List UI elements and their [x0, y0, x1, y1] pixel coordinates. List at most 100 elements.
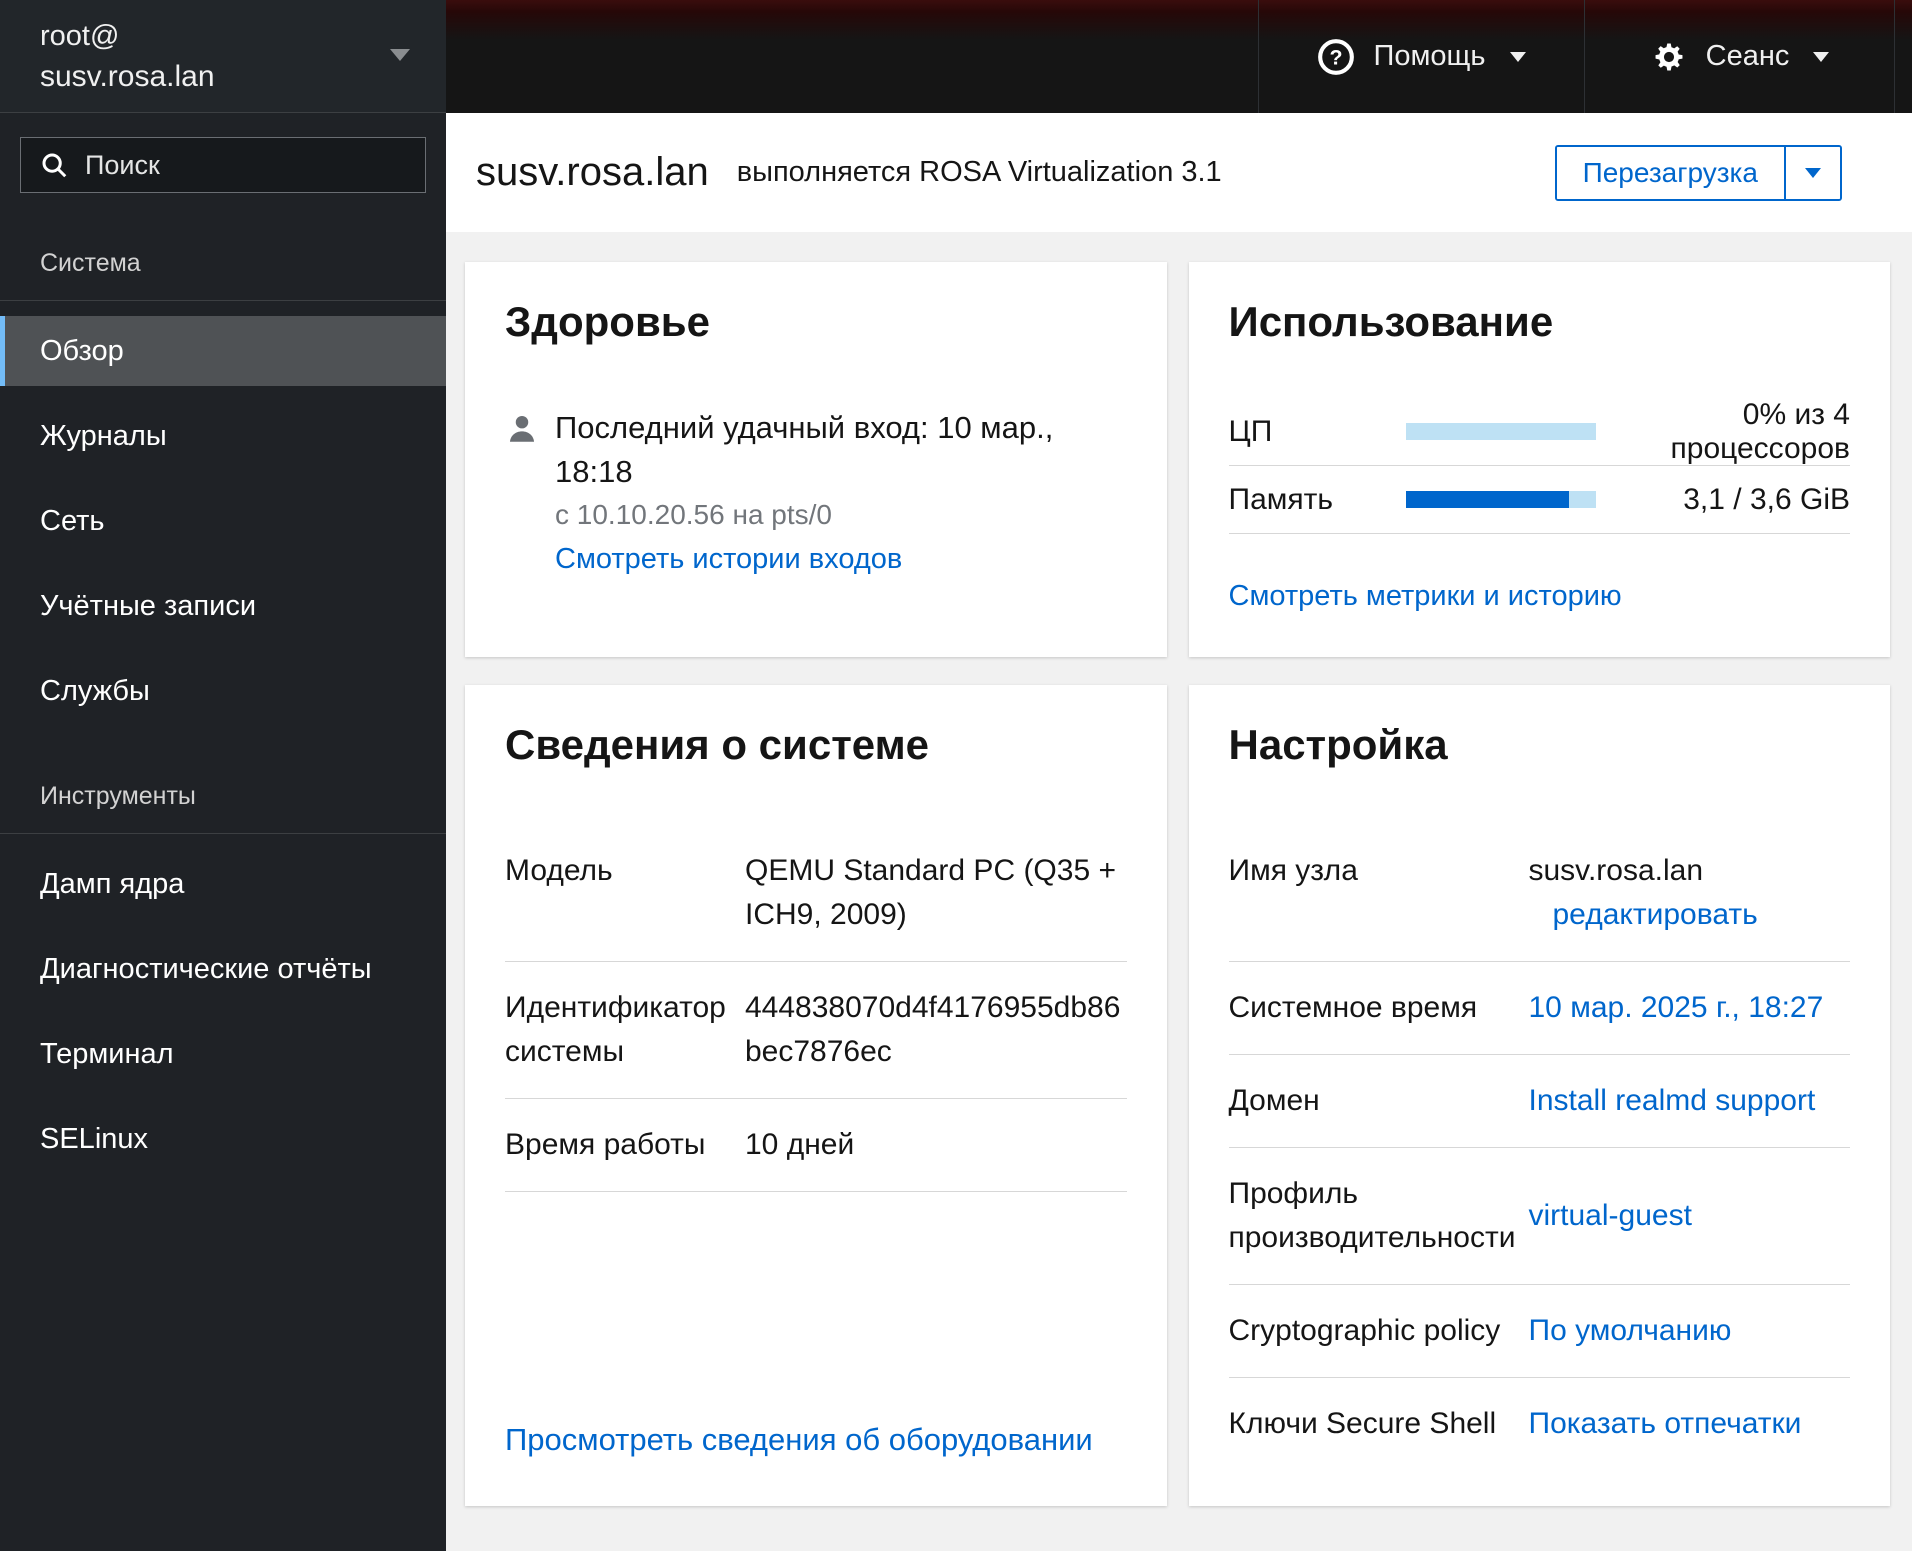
sidebar-item-label: Обзор: [40, 334, 124, 367]
page-header: susv.rosa.lan выполняется ROSA Virtualiz…: [446, 113, 1912, 232]
overview-content: Здоровье Последний удачный вход: 10 мар.…: [446, 232, 1912, 1551]
cpu-value: 0% из 4 процессоров: [1670, 397, 1850, 465]
user-icon: [505, 406, 545, 582]
cpu-progress-bar: [1405, 423, 1596, 440]
machine-id-value: 444838070d4f4176955db86bec7876ec: [745, 991, 1121, 1068]
sidebar-item-selinux[interactable]: SELinux: [0, 1104, 446, 1174]
sidebar-item-label: Службы: [40, 674, 150, 707]
nav-section-title: Инструменты: [40, 782, 196, 810]
question-circle-icon: ?: [1318, 38, 1355, 75]
sidebar-item-label: SELinux: [40, 1122, 149, 1155]
sidebar-item-diagnostic-reports[interactable]: Диагностические отчёты: [0, 934, 446, 1004]
login-history-link[interactable]: Смотреть истории входов: [555, 543, 902, 575]
performance-profile-link[interactable]: virtual-guest: [1529, 1199, 1692, 1232]
metrics-history-link[interactable]: Смотреть метрики и историю: [1229, 580, 1622, 613]
reboot-split-button: Перезагрузка: [1554, 144, 1842, 201]
sidebar-item-label: Сеть: [40, 504, 105, 537]
health-card: Здоровье Последний удачный вход: 10 мар.…: [465, 262, 1167, 657]
search-input[interactable]: [85, 149, 407, 181]
hostname-value: susv.rosa.lan редактировать: [1529, 849, 1851, 937]
sidebar-search[interactable]: [20, 137, 426, 193]
sidebar-item-label: Терминал: [40, 1037, 174, 1070]
domain-row: Домен Install realmd support: [1228, 1055, 1850, 1148]
hostname-row: Имя узла susv.rosa.lan редактировать: [1228, 825, 1851, 962]
chevron-down-icon: [390, 48, 410, 66]
ssh-keys-label: Ключи Secure Shell: [1228, 1407, 1497, 1440]
chevron-down-icon: [1813, 51, 1830, 62]
crypto-policy-row: Cryptographic policy По умолчанию: [1228, 1285, 1850, 1378]
configuration-card-title: Настройка: [1228, 721, 1448, 768]
system-info-card: Сведения о системе Модель QEMU Standard …: [465, 685, 1167, 1506]
nav-section-system: Система Обзор Журналы Сеть Учётные запис…: [0, 249, 446, 726]
memory-value: 3,1 / 3,6 GiB: [1683, 482, 1850, 516]
ssh-keys-row: Ключи Secure Shell Показать отпечатки: [1229, 1378, 1851, 1470]
sidebar-item-label: Учётные записи: [40, 589, 257, 622]
page-title: susv.rosa.lan: [476, 150, 709, 194]
sidebar: root@ susv.rosa.lan Система Обзор Журнал…: [0, 0, 446, 1551]
usage-card-title: Использование: [1228, 298, 1554, 345]
system-info-card-title: Сведения о системе: [505, 721, 929, 768]
help-label: Помощь: [1373, 40, 1486, 72]
cpu-label: ЦП: [1228, 414, 1273, 448]
host-switcher[interactable]: root@ susv.rosa.lan: [0, 0, 446, 113]
divider: [0, 300, 446, 301]
chevron-down-icon: [1805, 167, 1821, 178]
hostname-label: Имя узла: [1228, 854, 1358, 887]
machine-id-row: Идентификатор системы 444838070d4f417695…: [505, 962, 1127, 1099]
system-time-row: Системное время 10 мар. 2025 г., 18:27: [1228, 962, 1850, 1055]
memory-usage-row: Память 3,1 / 3,6 GiB: [1228, 466, 1850, 534]
memory-progress-bar: [1405, 491, 1596, 508]
sidebar-item-accounts[interactable]: Учётные записи: [0, 571, 446, 641]
reboot-button[interactable]: Перезагрузка: [1556, 146, 1784, 199]
model-row: Модель QEMU Standard PC (Q35 + ICH9, 200…: [505, 825, 1127, 962]
sidebar-item-network[interactable]: Сеть: [0, 486, 446, 556]
search-icon: [42, 153, 67, 178]
host-name: susv.rosa.lan: [40, 60, 215, 93]
machine-id-label: Идентификатор системы: [505, 991, 726, 1068]
crypto-policy-label: Cryptographic policy: [1228, 1314, 1501, 1347]
chevron-down-icon: [1509, 51, 1526, 62]
configuration-card: Настройка Имя узла susv.rosa.lan редакти…: [1188, 685, 1890, 1506]
edit-hostname-link[interactable]: редактировать: [1553, 893, 1851, 937]
sidebar-item-logs[interactable]: Журналы: [0, 401, 446, 471]
domain-label: Домен: [1228, 1084, 1320, 1117]
hostname-text: susv.rosa.lan: [1528, 854, 1704, 887]
help-menu[interactable]: ? Помощь: [1258, 0, 1584, 113]
ssh-fingerprints-link[interactable]: Показать отпечатки: [1529, 1407, 1802, 1440]
memory-progress-fill: [1405, 491, 1569, 508]
health-card-title: Здоровье: [505, 298, 710, 345]
model-label: Модель: [505, 854, 613, 887]
hardware-details-link[interactable]: Просмотреть сведения об оборудовании: [505, 1422, 1093, 1458]
sidebar-item-services[interactable]: Службы: [0, 656, 446, 726]
sidebar-item-terminal[interactable]: Терминал: [0, 1019, 446, 1089]
reboot-dropdown-toggle[interactable]: [1784, 146, 1840, 199]
session-label: Сеанс: [1705, 40, 1790, 72]
system-time-link[interactable]: 10 мар. 2025 г., 18:27: [1529, 991, 1824, 1024]
uptime-label: Время работы: [505, 1128, 706, 1161]
domain-link[interactable]: Install realmd support: [1529, 1084, 1816, 1117]
page-subtitle: выполняется ROSA Virtualization 3.1: [736, 156, 1222, 188]
sidebar-item-label: Диагностические отчёты: [40, 952, 372, 985]
svg-text:?: ?: [1330, 45, 1343, 69]
nav-section-tools: Инструменты Дамп ядра Диагностические от…: [0, 782, 446, 1174]
cpu-usage-row: ЦП 0% из 4 процессоров: [1228, 397, 1850, 466]
masthead: ? Помощь Сеанс: [446, 0, 1912, 113]
system-time-label: Системное время: [1228, 991, 1478, 1024]
sidebar-item-overview[interactable]: Обзор: [0, 316, 446, 386]
uptime-value: 10 дней: [745, 1128, 855, 1161]
last-login-text: Последний удачный вход: 10 мар., 18:18: [555, 410, 1054, 489]
session-menu[interactable]: Сеанс: [1584, 0, 1895, 113]
crypto-policy-link[interactable]: По умолчанию: [1529, 1314, 1732, 1347]
login-source-text: с 10.10.20.56 на pts/0: [555, 499, 832, 530]
memory-label: Память: [1228, 482, 1334, 516]
performance-profile-row: Профиль производительности virtual-guest: [1228, 1148, 1850, 1285]
sidebar-item-kdump[interactable]: Дамп ядра: [0, 849, 446, 919]
sidebar-item-label: Журналы: [40, 419, 167, 452]
model-value: QEMU Standard PC (Q35 + ICH9, 2009): [745, 854, 1116, 931]
host-user: root@: [40, 20, 120, 52]
divider: [0, 833, 446, 834]
gear-icon: [1655, 43, 1683, 70]
sidebar-item-label: Дамп ядра: [40, 867, 185, 900]
uptime-row: Время работы 10 дней: [505, 1099, 1127, 1192]
nav-section-title: Система: [40, 249, 141, 277]
